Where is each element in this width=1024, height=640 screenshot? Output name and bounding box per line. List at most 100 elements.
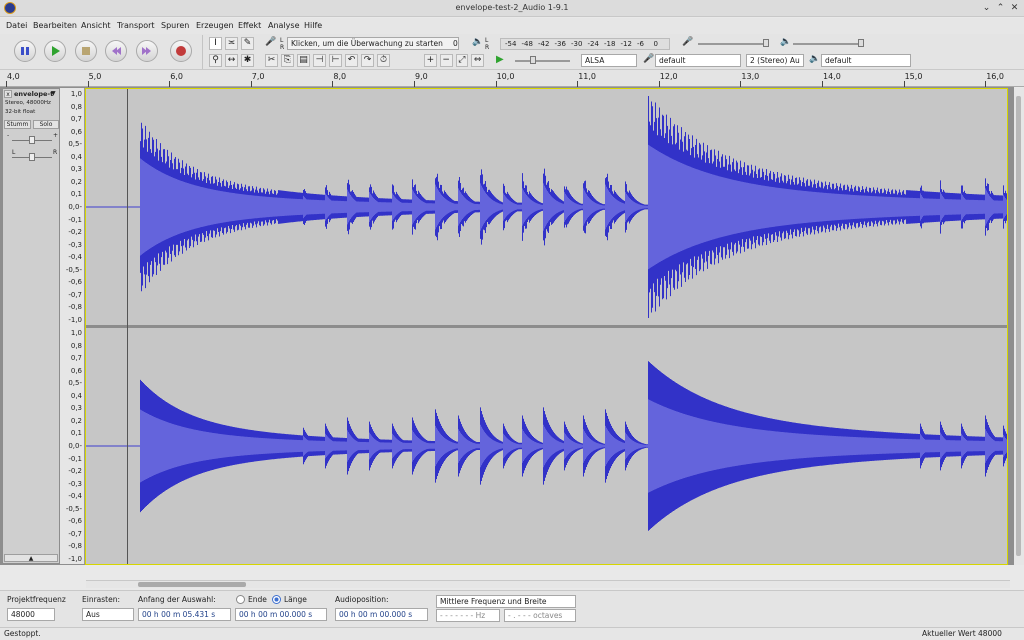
snap-select[interactable]: Aus: [82, 608, 134, 621]
audacity-window: envelope-test-2_Audio 1-9.1 ⌄ ⌃ ◇ ✕ Date…: [0, 0, 1024, 640]
meter-scale-label: -12: [620, 40, 632, 48]
record-button[interactable]: [170, 40, 192, 62]
bandwidth-field[interactable]: - . - - - octaves: [504, 609, 576, 622]
play-volume-slider[interactable]: [793, 43, 863, 45]
skip-to-end-button[interactable]: [136, 40, 158, 62]
menu-erzeugen[interactable]: Erzeugen: [196, 21, 234, 30]
play-at-speed-icon[interactable]: ▶: [496, 54, 504, 65]
selection-start-time[interactable]: 00 h 00 m 05.431 s: [138, 608, 231, 621]
scale-tick-label: -0,6: [68, 278, 82, 287]
length-radio[interactable]: [272, 595, 281, 604]
scale-tick-label: 1,0: [70, 90, 82, 98]
gain-slider-thumb[interactable]: [29, 136, 35, 144]
scale-tick-label: -0,7: [68, 290, 82, 299]
trim-icon[interactable]: ⊣: [313, 54, 326, 67]
collapse-track-button[interactable]: ▲: [4, 554, 58, 562]
recording-device-icon: 🎤: [643, 54, 655, 64]
playback-meter[interactable]: -54 -48 -42 -36 -30 -24 -18 -12 -6 0: [500, 38, 670, 50]
selection-tool[interactable]: I: [209, 37, 222, 50]
menu-spuren[interactable]: Spuren: [161, 21, 189, 30]
ruler-tick-label: 6,0: [170, 72, 183, 81]
zoom-in-icon[interactable]: +: [424, 54, 437, 67]
play-ch-l: L: [485, 37, 489, 44]
play-button[interactable]: [44, 40, 66, 62]
play-speed-thumb[interactable]: [530, 56, 536, 64]
meter-scale-label: -54: [505, 40, 517, 48]
pause-button[interactable]: [14, 40, 36, 62]
zoom-tool[interactable]: ⚲: [209, 54, 222, 67]
scale-tick-label: -1,0: [68, 316, 82, 324]
scale-tick-label: 0,3: [70, 165, 82, 174]
gain-max-label: +: [53, 132, 59, 139]
menu-hilfe[interactable]: Hilfe: [304, 21, 322, 30]
record-meter-prompt[interactable]: Klicken, um die Überwachung zu starten: [287, 37, 459, 50]
zoom-out-icon[interactable]: −: [439, 54, 453, 67]
sync-lock-icon[interactable]: ⏱: [377, 54, 390, 67]
horizontal-scrollbar[interactable]: [86, 580, 1010, 588]
record-volume-thumb[interactable]: [763, 39, 769, 47]
scale-tick-label: 0,4: [70, 152, 82, 161]
silence-icon[interactable]: ⊢: [329, 54, 342, 67]
play-icon: [52, 46, 60, 56]
recording-device-select[interactable]: default: [655, 54, 741, 67]
copy-icon[interactable]: ⎘: [281, 54, 294, 67]
menu-effekt[interactable]: Effekt: [238, 21, 261, 30]
spectral-selection-select[interactable]: Mittlere Frequenz und Breite: [436, 595, 576, 608]
multi-tool-icon: ✱: [243, 55, 252, 65]
menu-transport[interactable]: Transport: [117, 21, 155, 30]
track-name-menu[interactable]: envelope-t: [14, 90, 53, 98]
menu-datei[interactable]: Datei: [6, 21, 27, 30]
multi-tool[interactable]: ✱: [241, 54, 254, 67]
draw-tool[interactable]: ✎: [241, 37, 254, 50]
center-frequency-field[interactable]: - - - - - - - Hz: [436, 609, 500, 622]
recording-channels-select[interactable]: 2 (Stereo) Au: [746, 54, 804, 67]
record-icon: [176, 46, 186, 56]
minimize-button[interactable]: ⌄: [981, 3, 992, 14]
timeshift-tool[interactable]: ↔: [225, 54, 238, 67]
selection-length-time[interactable]: 00 h 00 m 00.000 s: [235, 608, 327, 621]
pan-slider-thumb[interactable]: [29, 153, 35, 161]
undo-icon[interactable]: ↶: [345, 54, 358, 67]
menu-analyse[interactable]: Analyse: [268, 21, 300, 30]
project-rate-select[interactable]: 48000: [7, 608, 55, 621]
cut-icon[interactable]: ✂: [265, 54, 278, 67]
track-close-button[interactable]: x: [4, 90, 12, 98]
speaker-icon[interactable]: 🔈: [472, 37, 484, 50]
stop-button[interactable]: [75, 40, 97, 62]
close-window-button[interactable]: ✕: [1009, 3, 1020, 14]
solo-button[interactable]: Solo: [33, 120, 59, 129]
fit-project-icon[interactable]: ⇔: [471, 54, 484, 67]
maximize-button[interactable]: ⌃: [995, 3, 1006, 14]
envelope-tool[interactable]: ≍: [225, 37, 238, 50]
record-volume-slider[interactable]: [698, 43, 768, 45]
audio-position-time[interactable]: 00 h 00 m 00.000 s: [335, 608, 428, 621]
play-speed-slider[interactable]: [515, 60, 570, 62]
skip-start-icon: [112, 47, 121, 55]
record-meter-icon[interactable]: 🎤: [265, 37, 279, 50]
fit-selection-icon[interactable]: ⤢: [455, 54, 469, 67]
mute-button[interactable]: Stumm: [4, 120, 31, 129]
waveform-channel-left[interactable]: [85, 89, 1007, 325]
scale-tick-label: -0,1: [68, 215, 82, 224]
ruler-tick-label: 7,0: [251, 72, 265, 81]
skip-end-icon: [142, 47, 151, 55]
selection-cursor-line: [127, 89, 128, 564]
scale-tick-label: 0,2: [70, 416, 82, 425]
redo-icon[interactable]: ↷: [361, 54, 374, 67]
vertical-scrollbar[interactable]: [1014, 88, 1024, 565]
record-ch-l: L: [280, 37, 284, 44]
waveform-channel-right[interactable]: [85, 328, 1007, 564]
end-radio[interactable]: [236, 595, 245, 604]
horizontal-scroll-thumb[interactable]: [138, 582, 246, 587]
ruler-tick-label: 8,0: [333, 72, 347, 81]
paste-icon[interactable]: ▤: [297, 54, 310, 67]
playback-device-select[interactable]: default: [821, 54, 911, 67]
timeline-ruler[interactable]: 4,0 5,0 6,0 7,0 8,0 9,0 10,0 11,0 12,0 13,0 14,0 15…: [0, 70, 1024, 87]
track-menu-arrow[interactable]: ▼: [51, 90, 56, 97]
menu-ansicht[interactable]: Ansicht: [81, 21, 111, 30]
vertical-scroll-thumb[interactable]: [1016, 96, 1021, 556]
audio-host-select[interactable]: ALSA: [581, 54, 637, 67]
play-volume-thumb[interactable]: [858, 39, 864, 47]
skip-to-start-button[interactable]: [105, 40, 127, 62]
menu-bearbeiten[interactable]: Bearbeiten: [33, 21, 77, 30]
